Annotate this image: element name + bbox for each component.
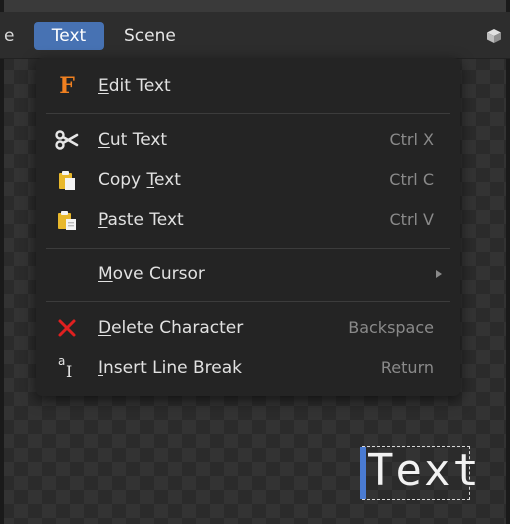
line-break-icon: a I — [58, 354, 73, 381]
text-menu-dropdown: F Edit Text Cut Text Ctrl X Copy Text Ct — [36, 58, 460, 396]
x-delete-icon — [54, 316, 80, 340]
shortcut-hint: Ctrl C — [389, 170, 434, 189]
menu-item-label: Cut Text — [98, 130, 168, 150]
menu-item-delete-character[interactable]: Delete Character Backspace — [36, 310, 460, 346]
menu-item-insert-line-break[interactable]: a I Insert Line Break Return — [36, 350, 460, 386]
scissors-icon — [54, 128, 80, 152]
menu-text[interactable]: Text — [34, 22, 104, 50]
menu-item-paste-text[interactable]: Paste Text Ctrl V — [36, 202, 460, 238]
shortcut-hint: Ctrl V — [389, 210, 435, 229]
copy-clipboard-icon — [54, 168, 80, 192]
menu-item-label: Paste Text — [98, 210, 184, 230]
menu-item-label: Insert Line Break — [98, 358, 242, 378]
shortcut-hint: Return — [380, 358, 434, 377]
paste-clipboard-icon — [54, 208, 80, 232]
text-cursor — [360, 447, 366, 499]
menu-item-move-cursor[interactable]: Move Cursor — [36, 256, 460, 292]
menu-item-cut-text[interactable]: Cut Text Ctrl X — [36, 122, 460, 158]
viewport-left-edge — [0, 0, 4, 524]
window-top-strip — [0, 0, 510, 12]
font-f-icon: F — [59, 73, 75, 99]
menu-scene[interactable]: Scene — [124, 22, 204, 50]
menu-item-label: Edit Text — [98, 76, 171, 96]
menu-view-truncated[interactable]: e — [0, 22, 18, 50]
menu-item-copy-text[interactable]: Copy Text Ctrl C — [36, 162, 460, 198]
menu-item-label: Delete Character — [98, 318, 244, 338]
menu-separator — [46, 301, 450, 302]
shortcut-hint: Backspace — [348, 318, 434, 337]
text-object[interactable]: Text — [360, 445, 479, 500]
menu-separator — [46, 248, 450, 249]
submenu-arrow-icon — [436, 270, 442, 278]
text-object-label: Text — [367, 445, 481, 496]
shortcut-hint: Ctrl X — [389, 130, 434, 149]
editor-header: e Text Scene — [0, 12, 510, 59]
menu-separator — [46, 113, 450, 114]
menu-item-label: Copy Text — [98, 170, 181, 190]
menu-item-edit-text[interactable]: F Edit Text — [36, 68, 460, 104]
menu-item-label: Move Cursor — [98, 264, 205, 284]
viewport-right-edge — [506, 0, 510, 524]
cube-icon[interactable] — [486, 28, 502, 44]
